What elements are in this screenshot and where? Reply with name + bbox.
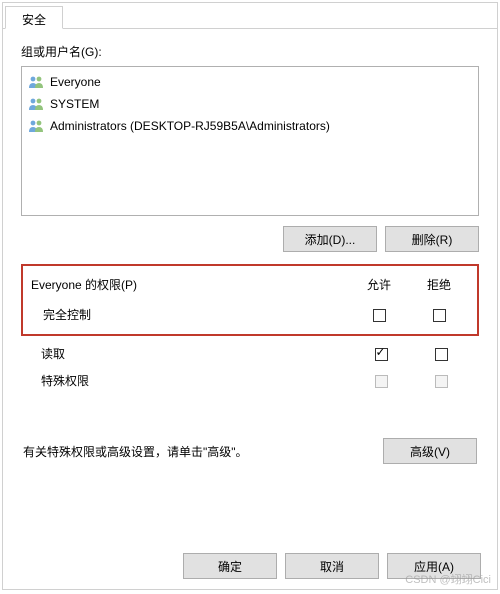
deny-checkbox-read[interactable] (435, 348, 448, 361)
advanced-text: 有关特殊权限或高级设置，请单击"高级"。 (23, 443, 383, 460)
list-item[interactable]: Everyone (22, 71, 478, 93)
deny-checkbox-special (435, 375, 448, 388)
allow-checkbox-fullcontrol[interactable] (373, 309, 386, 322)
group-icon (28, 96, 46, 112)
perm-row-read: 读取 (29, 340, 471, 367)
cancel-button[interactable]: 取消 (285, 553, 379, 579)
list-item[interactable]: Administrators (DESKTOP-RJ59B5A\Administ… (22, 115, 478, 137)
groups-label: 组或用户名(G): (21, 43, 479, 60)
deny-checkbox-fullcontrol[interactable] (433, 309, 446, 322)
ok-button[interactable]: 确定 (183, 553, 277, 579)
permissions-extra: 读取 特殊权限 (21, 340, 479, 394)
allow-header: 允许 (349, 276, 409, 293)
perm-label: 特殊权限 (41, 372, 351, 389)
perm-row-fullcontrol: 完全控制 (31, 301, 469, 328)
permissions-title: Everyone 的权限(P) (31, 276, 349, 293)
group-icon (28, 118, 46, 134)
users-listbox[interactable]: Everyone SYSTEM Administrators (DESKTOP-… (21, 66, 479, 216)
add-remove-row: 添加(D)... 删除(R) (21, 226, 479, 252)
tab-security[interactable]: 安全 (5, 6, 63, 29)
content-area: 组或用户名(G): Everyone SYSTEM Administrators… (3, 29, 497, 476)
list-item[interactable]: SYSTEM (22, 93, 478, 115)
deny-header: 拒绝 (409, 276, 469, 293)
add-button[interactable]: 添加(D)... (283, 226, 377, 252)
permissions-header: Everyone 的权限(P) 允许 拒绝 (31, 276, 469, 293)
tab-strip: 安全 (3, 3, 497, 29)
permissions-section: Everyone 的权限(P) 允许 拒绝 完全控制 (21, 264, 479, 336)
list-item-label: SYSTEM (50, 95, 99, 113)
list-item-label: Everyone (50, 73, 101, 91)
advanced-row: 有关特殊权限或高级设置，请单击"高级"。 高级(V) (21, 438, 479, 464)
dialog-buttons: 确定 取消 应用(A) (183, 553, 481, 579)
perm-label: 完全控制 (43, 306, 349, 323)
perm-row-special: 特殊权限 (29, 367, 471, 394)
allow-checkbox-special (375, 375, 388, 388)
group-icon (28, 74, 46, 90)
remove-button[interactable]: 删除(R) (385, 226, 479, 252)
list-item-label: Administrators (DESKTOP-RJ59B5A\Administ… (50, 117, 330, 135)
apply-button[interactable]: 应用(A) (387, 553, 481, 579)
advanced-button[interactable]: 高级(V) (383, 438, 477, 464)
allow-checkbox-read[interactable] (375, 348, 388, 361)
security-dialog: 安全 组或用户名(G): Everyone SYSTEM Administ (2, 2, 498, 590)
perm-label: 读取 (41, 345, 351, 362)
